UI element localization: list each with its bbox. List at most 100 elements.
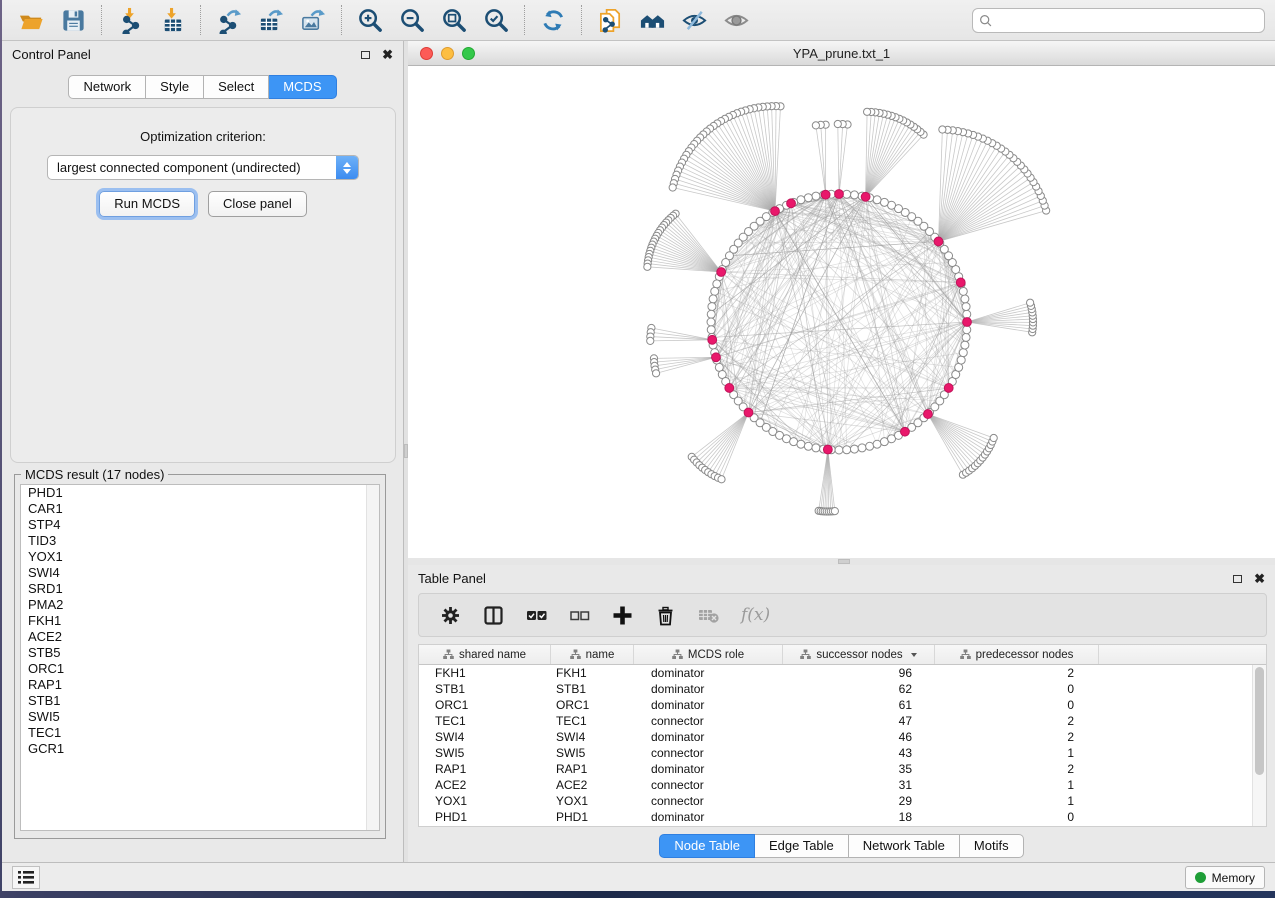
show-panels-list-button[interactable] xyxy=(12,866,40,889)
memory-button[interactable]: Memory xyxy=(1185,866,1265,889)
ring-node[interactable] xyxy=(707,318,715,326)
ring-node[interactable] xyxy=(850,191,858,199)
cell-name[interactable]: PHD1 xyxy=(551,809,634,825)
ring-node[interactable] xyxy=(707,310,715,318)
cell-predecessor_nodes[interactable]: 2 xyxy=(935,665,1099,681)
cell-name[interactable]: YOX1 xyxy=(551,793,634,809)
horizontal-splitter[interactable] xyxy=(408,558,1275,565)
mcds-hub-node[interactable] xyxy=(924,410,933,419)
table-row[interactable]: STB1STB1dominator620 xyxy=(419,681,1266,697)
run-mcds-button[interactable]: Run MCDS xyxy=(99,191,195,217)
cell-shared_name[interactable]: YOX1 xyxy=(419,793,551,809)
mcds-result-item[interactable]: ORC1 xyxy=(21,661,379,677)
ring-node[interactable] xyxy=(955,363,963,371)
cell-successor_nodes[interactable]: 96 xyxy=(783,665,935,681)
cell-successor_nodes[interactable]: 47 xyxy=(783,713,935,729)
table-row[interactable]: RAP1RAP1dominator352 xyxy=(419,761,1266,777)
toggle-column-view-icon[interactable] xyxy=(483,605,504,626)
tab-motifs[interactable]: Motifs xyxy=(960,834,1024,858)
cell-mcds_role[interactable]: dominator xyxy=(634,697,783,713)
mcds-result-item[interactable]: TID3 xyxy=(21,533,379,549)
table-scrollbar-thumb[interactable] xyxy=(1255,667,1264,775)
select-all-rows-icon[interactable] xyxy=(526,605,547,626)
cell-successor_nodes[interactable]: 62 xyxy=(783,681,935,697)
leaf-node[interactable] xyxy=(812,122,819,129)
mcds-hub-node[interactable] xyxy=(708,335,717,344)
cell-name[interactable]: RAP1 xyxy=(551,761,634,777)
cell-name[interactable]: SWI4 xyxy=(551,729,634,745)
table-row[interactable]: ORC1ORC1dominator610 xyxy=(419,697,1266,713)
mcds-hub-node[interactable] xyxy=(725,384,734,393)
column-header-successor-nodes[interactable]: successor nodes xyxy=(783,645,935,664)
ring-node[interactable] xyxy=(959,349,967,357)
import-table-icon[interactable] xyxy=(157,5,187,35)
ring-node[interactable] xyxy=(963,310,971,318)
ring-node[interactable] xyxy=(959,287,967,295)
cell-shared_name[interactable]: ACE2 xyxy=(419,777,551,793)
mcds-hub-node[interactable] xyxy=(944,384,953,393)
ring-node[interactable] xyxy=(962,303,970,311)
mcds-result-item[interactable]: STP4 xyxy=(21,517,379,533)
leaf-node[interactable] xyxy=(669,184,676,191)
ring-node[interactable] xyxy=(873,196,881,204)
mcds-result-item[interactable]: TEC1 xyxy=(21,725,379,741)
mcds-result-item[interactable]: STB1 xyxy=(21,693,379,709)
cell-successor_nodes[interactable]: 46 xyxy=(783,729,935,745)
ring-node[interactable] xyxy=(797,440,805,448)
cell-mcds_role[interactable]: dominator xyxy=(634,729,783,745)
tab-edge-table[interactable]: Edge Table xyxy=(755,834,849,858)
export-network-icon[interactable] xyxy=(214,5,244,35)
ring-node[interactable] xyxy=(873,440,881,448)
mcds-hub-node[interactable] xyxy=(934,237,943,246)
leaf-node[interactable] xyxy=(644,263,651,270)
cell-name[interactable]: FKH1 xyxy=(551,665,634,681)
table-row[interactable]: TEC1TEC1connector472 xyxy=(419,713,1266,729)
ring-node[interactable] xyxy=(961,341,969,349)
cell-successor_nodes[interactable]: 29 xyxy=(783,793,935,809)
network-window-titlebar[interactable]: YPA_prune.txt_1 xyxy=(408,41,1275,66)
cell-name[interactable]: STB1 xyxy=(551,681,634,697)
cell-mcds_role[interactable]: connector xyxy=(634,777,783,793)
table-row[interactable]: SWI4SWI4dominator462 xyxy=(419,729,1266,745)
column-header-predecessor-nodes[interactable]: predecessor nodes xyxy=(935,645,1099,664)
table-row[interactable]: SWI5SWI5connector431 xyxy=(419,745,1266,761)
delete-column-icon[interactable] xyxy=(655,605,676,626)
search-box[interactable] xyxy=(972,8,1265,33)
ring-node[interactable] xyxy=(961,295,969,303)
cell-shared_name[interactable]: SWI4 xyxy=(419,729,551,745)
cell-name[interactable]: SWI5 xyxy=(551,745,634,761)
ring-node[interactable] xyxy=(812,444,820,452)
column-header-shared-name[interactable]: shared name xyxy=(419,645,551,664)
mcds-result-item[interactable]: YOX1 xyxy=(21,549,379,565)
ring-node[interactable] xyxy=(850,445,858,453)
leaf-node[interactable] xyxy=(831,508,838,515)
mcds-hub-node[interactable] xyxy=(771,207,780,216)
network-canvas[interactable] xyxy=(408,66,1275,558)
sort-caret-icon[interactable] xyxy=(911,653,917,657)
leaf-node[interactable] xyxy=(834,120,841,127)
mcds-result-item[interactable]: STB5 xyxy=(21,645,379,661)
close-icon[interactable]: ✖ xyxy=(382,48,393,61)
cell-shared_name[interactable]: STB1 xyxy=(419,681,551,697)
ring-node[interactable] xyxy=(707,326,715,334)
mcds-result-item[interactable]: CAR1 xyxy=(21,501,379,517)
close-icon[interactable]: ✖ xyxy=(1254,572,1265,585)
attributes-gear-icon[interactable] xyxy=(440,605,461,626)
refresh-icon[interactable] xyxy=(538,5,568,35)
cell-shared_name[interactable]: ORC1 xyxy=(419,697,551,713)
cell-predecessor_nodes[interactable]: 1 xyxy=(935,777,1099,793)
ring-node[interactable] xyxy=(962,333,970,341)
function-builder-icon[interactable]: f(x) xyxy=(741,605,770,625)
mcds-hub-node[interactable] xyxy=(712,353,721,362)
ring-node[interactable] xyxy=(812,192,820,200)
export-image-icon[interactable] xyxy=(298,5,328,35)
search-input[interactable] xyxy=(993,9,1264,32)
leaf-node[interactable] xyxy=(718,476,725,483)
ring-node[interactable] xyxy=(713,280,721,288)
cell-mcds_role[interactable]: dominator xyxy=(634,761,783,777)
column-header-MCDS-role[interactable]: MCDS role xyxy=(634,645,783,664)
mcds-result-item[interactable]: ACE2 xyxy=(21,629,379,645)
ring-node[interactable] xyxy=(835,446,843,454)
duplicate-network-icon[interactable] xyxy=(595,5,625,35)
mcds-hub-node[interactable] xyxy=(861,192,870,201)
